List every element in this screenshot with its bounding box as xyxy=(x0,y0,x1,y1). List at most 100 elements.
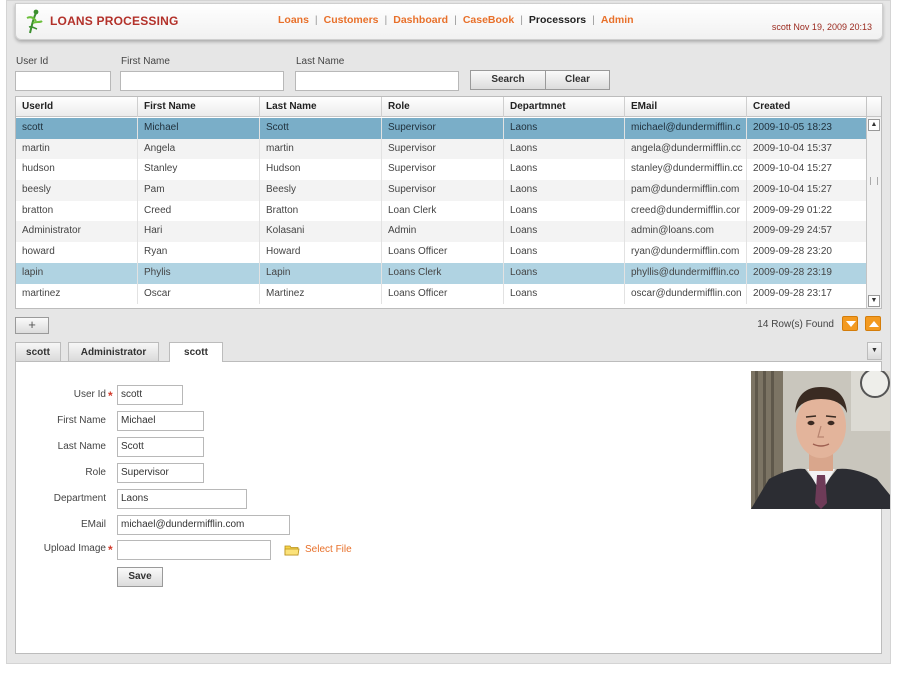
upload-image-field[interactable] xyxy=(117,540,271,560)
table-header-corner xyxy=(866,97,881,117)
email-field[interactable]: michael@dundermifflin.com xyxy=(117,515,290,535)
form-userid-label: User Id xyxy=(73,389,106,400)
form-email-label: EMail xyxy=(80,519,106,530)
role-field[interactable]: Supervisor xyxy=(117,463,204,483)
nav-loans[interactable]: Loans xyxy=(278,14,309,26)
table-row[interactable]: lapin Phylis Lapin Loans Clerk Loans phyllis@… xyxy=(16,262,868,284)
cell-userid: beesly xyxy=(16,180,138,201)
nav-admin[interactable]: Admin xyxy=(601,14,634,26)
page-next-button[interactable] xyxy=(865,316,881,331)
column-header-role[interactable]: Role xyxy=(382,97,504,117)
column-header-created[interactable]: Created xyxy=(747,97,868,117)
department-field[interactable]: Laons xyxy=(117,489,247,509)
select-file-link[interactable]: Select File xyxy=(305,544,352,555)
search-firstname-input[interactable] xyxy=(120,71,284,91)
nav-separator: | xyxy=(592,14,595,26)
record-tabs: scott Administrator scott ▼ xyxy=(15,342,882,363)
table-row[interactable]: howard Ryan Howard Loans Officer Loans ryan@d… xyxy=(16,242,868,263)
cell-userid: bratton xyxy=(16,200,138,222)
cell-role: Supervisor xyxy=(382,159,504,181)
search-userid-input[interactable] xyxy=(15,71,111,91)
triangle-up-icon[interactable]: ▲ xyxy=(868,119,880,131)
cell-userid: lapin xyxy=(16,262,138,284)
profile-photo xyxy=(751,371,890,509)
nav-processors[interactable]: Processors xyxy=(529,14,586,26)
column-header-userid[interactable]: UserId xyxy=(16,97,138,117)
required-asterisk: * xyxy=(108,389,113,403)
required-asterisk: * xyxy=(108,543,113,557)
cell-firstname: Oscar xyxy=(138,283,260,305)
tab-menu-button[interactable]: ▼ xyxy=(867,342,882,360)
folder-icon[interactable] xyxy=(284,544,300,556)
header-bar: LOANS PROCESSING Loans | Customers | Das… xyxy=(15,3,883,40)
firstname-field[interactable]: Michael xyxy=(117,411,204,431)
processors-table: UserId First Name Last Name Role Departm… xyxy=(15,96,882,309)
nav-dashboard[interactable]: Dashboard xyxy=(393,14,448,26)
table-row[interactable]: martinez Oscar Martinez Loans Officer Loans o… xyxy=(16,283,868,305)
cell-created: 2009-10-05 18:23 xyxy=(747,118,868,139)
search-lastname-label: Last Name xyxy=(296,56,345,67)
table-row[interactable]: beesly Pam Beesly Supervisor Laons pam@dunder… xyxy=(16,180,868,201)
search-lastname-input[interactable] xyxy=(295,71,459,91)
clear-button[interactable]: Clear xyxy=(545,70,610,90)
column-header-department[interactable]: Departmnet xyxy=(504,97,625,117)
cell-userid: martin xyxy=(16,138,138,160)
cell-email: oscar@dundermifflin.con xyxy=(625,283,747,305)
nav-casebook[interactable]: CaseBook xyxy=(463,14,514,26)
cell-created: 2009-10-04 15:27 xyxy=(747,159,868,181)
cell-department: Loans xyxy=(504,242,625,263)
table-body: scott Michael Scott Supervisor Laons michael@… xyxy=(16,118,868,305)
tab-administrator[interactable]: Administrator xyxy=(68,342,159,361)
cell-created: 2009-10-04 15:37 xyxy=(747,138,868,160)
cell-firstname: Hari xyxy=(138,221,260,243)
page-prev-button[interactable] xyxy=(842,316,858,331)
triangle-down-icon[interactable]: ▼ xyxy=(868,295,880,307)
cell-department: Loans xyxy=(504,283,625,305)
cell-created: 2009-09-28 23:20 xyxy=(747,242,868,263)
cell-userid: howard xyxy=(16,242,138,263)
cell-userid: Administrator xyxy=(16,221,138,243)
nav-separator: | xyxy=(520,14,523,26)
cell-role: Loans Officer xyxy=(382,283,504,305)
cell-lastname: Bratton xyxy=(260,200,382,222)
cell-department: Laons xyxy=(504,180,625,201)
table-scrollbar[interactable]: ▲ ▼ xyxy=(866,117,881,308)
cell-email: stanley@dundermifflin.cc xyxy=(625,159,747,181)
search-button[interactable]: Search xyxy=(470,70,546,90)
lastname-field[interactable]: Scott xyxy=(117,437,204,457)
cell-email: pam@dundermifflin.com xyxy=(625,180,747,201)
cell-department: Loans xyxy=(504,221,625,243)
column-header-firstname[interactable]: First Name xyxy=(138,97,260,117)
cell-firstname: Michael xyxy=(138,118,260,139)
cell-lastname: Howard xyxy=(260,242,382,263)
cell-lastname: Kolasani xyxy=(260,221,382,243)
cell-userid: hudson xyxy=(16,159,138,181)
main-nav: Loans | Customers | Dashboard | CaseBook… xyxy=(278,14,634,26)
scrollbar-thumb[interactable] xyxy=(870,177,878,185)
cell-department: Loans xyxy=(504,262,625,284)
cell-userid: scott xyxy=(16,118,138,139)
tab-scott-active[interactable]: scott xyxy=(169,342,223,363)
nav-customers[interactable]: Customers xyxy=(324,14,379,26)
cell-email: creed@dundermifflin.cor xyxy=(625,200,747,222)
column-header-lastname[interactable]: Last Name xyxy=(260,97,382,117)
cell-firstname: Angela xyxy=(138,138,260,160)
add-row-button[interactable]: + xyxy=(15,317,49,334)
table-row[interactable]: bratton Creed Bratton Loan Clerk Loans creed@… xyxy=(16,200,868,222)
cell-created: 2009-10-04 15:27 xyxy=(747,180,868,201)
table-row[interactable]: Administrator Hari Kolasani Admin Loans admin… xyxy=(16,221,868,243)
search-firstname-label: First Name xyxy=(121,56,170,67)
column-header-email[interactable]: EMail xyxy=(625,97,747,117)
table-row[interactable]: hudson Stanley Hudson Supervisor Laons stanle… xyxy=(16,159,868,181)
save-button[interactable]: Save xyxy=(117,567,163,587)
cell-firstname: Phylis xyxy=(138,262,260,284)
tab-scott[interactable]: scott xyxy=(15,342,61,361)
chevron-down-icon xyxy=(846,321,856,327)
cell-created: 2009-09-28 23:19 xyxy=(747,262,868,284)
userid-field[interactable]: scott xyxy=(117,385,183,405)
cell-firstname: Creed xyxy=(138,200,260,222)
nav-separator: | xyxy=(314,14,318,26)
table-row[interactable]: martin Angela martin Supervisor Laons angela@… xyxy=(16,138,868,160)
table-row[interactable]: scott Michael Scott Supervisor Laons michael@… xyxy=(16,118,868,139)
cell-role: Supervisor xyxy=(382,118,504,139)
